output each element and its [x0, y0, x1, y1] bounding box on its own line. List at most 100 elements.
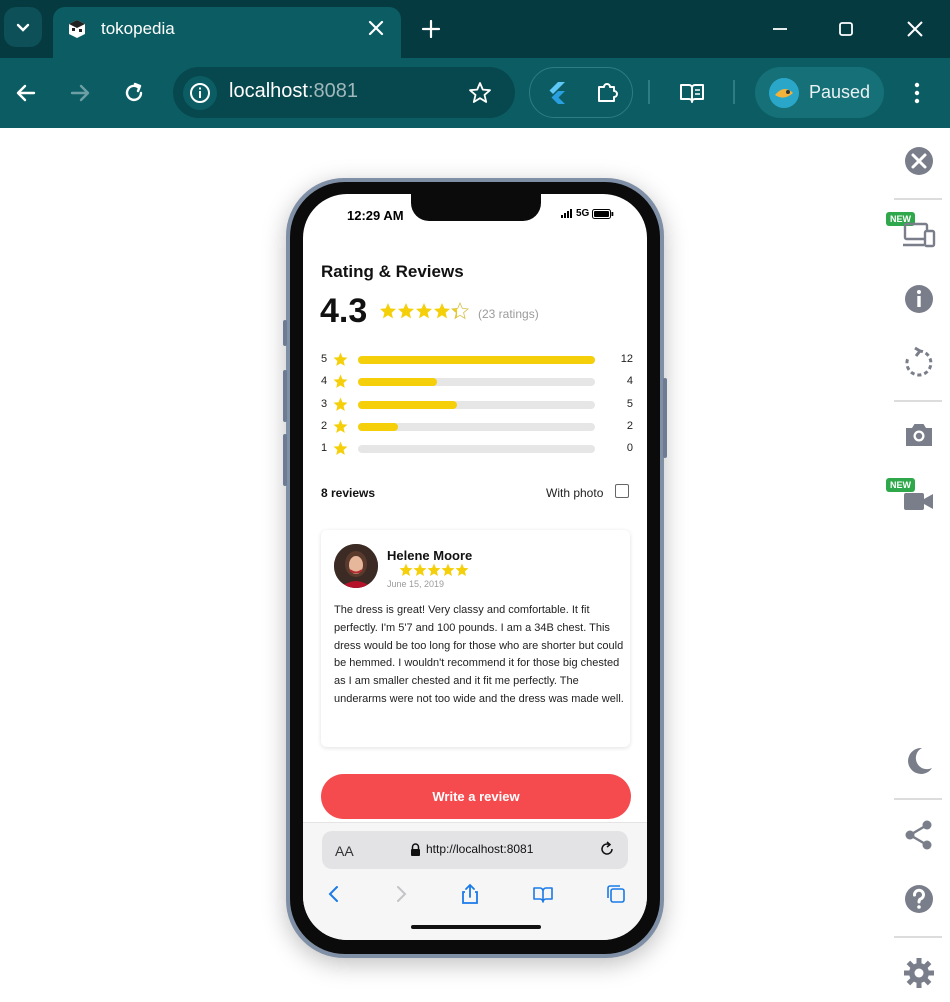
network-type: 5G [576, 208, 590, 219]
reviewer-name: Helene Moore [387, 548, 473, 563]
info-icon[interactable] [902, 282, 936, 316]
review-stars-icon [399, 563, 469, 576]
help-icon[interactable] [902, 882, 936, 916]
distribution-row: 44 [321, 374, 633, 390]
profile-status: Paused [809, 82, 871, 102]
average-rating: 4.3 [320, 292, 368, 330]
distribution-star-value: 3 [321, 397, 328, 410]
tab-search-button[interactable] [4, 7, 42, 47]
more-vertical-icon[interactable] [904, 80, 930, 106]
write-review-button[interactable]: Write a review [321, 774, 631, 819]
safari-bookmarks-icon[interactable] [532, 883, 554, 905]
safari-back-icon[interactable] [323, 883, 345, 905]
puzzle-piece-icon[interactable] [594, 79, 620, 105]
star-icon [333, 352, 348, 366]
distribution-star-value: 2 [321, 419, 328, 432]
reload-icon[interactable] [121, 80, 147, 106]
ratings-count: (23 ratings) [478, 307, 539, 321]
rotate-icon[interactable] [902, 346, 936, 380]
review-card: Helene Moore June 15, 2019 The dress is … [321, 530, 630, 747]
panel-divider [894, 198, 942, 200]
status-time: 12:29 AM [347, 208, 404, 223]
distribution-count: 0 [626, 442, 633, 455]
phone-screen: 12:29 AM 5G Rating & Reviews 4.3 (23 rat… [303, 194, 647, 940]
home-indicator [411, 925, 541, 929]
star-icon [333, 397, 348, 411]
minimize-icon[interactable] [767, 16, 793, 42]
site-info-button[interactable] [183, 76, 217, 110]
with-photo-checkbox[interactable] [615, 484, 629, 498]
distribution-bar-track [358, 378, 595, 387]
extensions-group [529, 67, 633, 118]
close-window-icon[interactable] [902, 16, 928, 42]
star-icon [333, 419, 348, 433]
profile-avatar [769, 78, 799, 108]
safari-address-bar[interactable]: AA http://localhost:8081 [322, 831, 628, 869]
safari-share-icon[interactable] [459, 883, 481, 905]
distribution-bar-track [358, 400, 595, 409]
share-icon[interactable] [902, 818, 936, 852]
profile-button[interactable]: Paused [755, 67, 884, 118]
back-arrow-icon[interactable] [13, 80, 39, 106]
tab-title: tokopedia [101, 19, 175, 38]
phone-notch [411, 194, 541, 221]
tab-strip: tokopedia [0, 0, 950, 58]
distribution-bar-track [358, 356, 595, 364]
distribution-count: 12 [620, 353, 633, 365]
status-indicators: 5G [561, 208, 614, 219]
url-text: localhost:8081 [229, 80, 358, 102]
distribution-star-value: 1 [321, 442, 328, 455]
close-circle-icon[interactable] [902, 144, 936, 178]
reviews-count: 8 reviews [321, 486, 376, 500]
phone-silent-switch [283, 320, 287, 346]
panel-divider [894, 936, 942, 938]
browser-tab[interactable]: tokopedia [53, 7, 401, 58]
distribution-row: 10 [321, 441, 633, 457]
browser-toolbar: localhost:8081 Paused [0, 58, 950, 128]
distribution-row: 22 [321, 419, 633, 435]
safari-tabs-icon[interactable] [605, 883, 627, 905]
distribution-star-value: 4 [321, 375, 328, 388]
panel-divider [894, 798, 942, 800]
chevron-down-icon [16, 23, 30, 32]
distribution-row: 5 12 [321, 352, 633, 368]
phone-volume-down [283, 434, 287, 486]
panel-divider [894, 400, 942, 402]
tokopedia-favicon-icon [69, 20, 85, 38]
text-size-button[interactable]: AA [335, 843, 354, 859]
distribution-count: 5 [626, 397, 633, 410]
safari-reload-icon[interactable] [598, 840, 616, 858]
flutter-icon[interactable] [544, 79, 570, 105]
distribution-bar-fill [358, 400, 457, 409]
distribution-bar-track [358, 422, 595, 431]
page-viewport: NEW NEW 12:29 AM 5G Rating & Reviews 4.3 [0, 128, 950, 1002]
safari-url: http://localhost:8081 [426, 842, 534, 856]
signal-bars-icon [561, 209, 572, 218]
forward-arrow-icon[interactable] [67, 80, 93, 106]
distribution-bar-fill [358, 356, 595, 364]
safari-forward-icon[interactable] [390, 883, 412, 905]
dark-mode-moon-icon[interactable] [902, 744, 936, 778]
bookmark-star-icon[interactable] [467, 80, 493, 106]
toolbar-divider [648, 80, 650, 104]
reading-mode-icon[interactable] [678, 80, 706, 106]
devices-icon[interactable] [902, 218, 936, 252]
with-photo-label: With photo [546, 486, 604, 500]
distribution-bar-fill [358, 378, 437, 387]
distribution-row: 35 [321, 397, 633, 413]
lock-icon [411, 843, 420, 856]
new-tab-icon[interactable] [418, 16, 444, 42]
device-preview-panel: NEW NEW [880, 128, 950, 1002]
distribution-count: 4 [626, 375, 633, 388]
address-bar[interactable]: localhost:8081 [173, 67, 515, 118]
close-tab-icon[interactable] [365, 17, 387, 39]
page-title: Rating & Reviews [321, 262, 464, 281]
battery-icon [592, 208, 614, 219]
video-camera-icon[interactable] [902, 484, 936, 518]
distribution-bar-fill [358, 422, 398, 431]
maximize-icon[interactable] [833, 16, 859, 42]
camera-icon[interactable] [902, 418, 936, 452]
average-stars-icon [380, 302, 469, 319]
settings-gear-icon[interactable] [902, 956, 936, 990]
distribution-count: 2 [626, 419, 633, 432]
